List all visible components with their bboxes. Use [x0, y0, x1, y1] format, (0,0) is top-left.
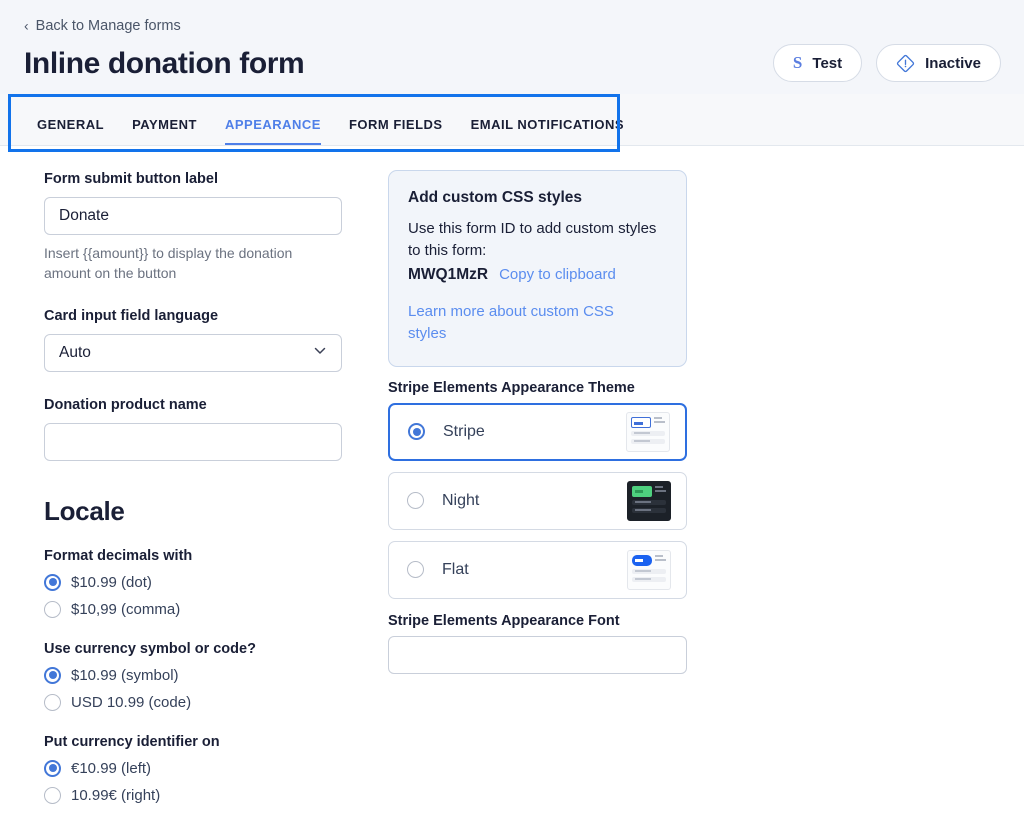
tab-bar-wrapper: GENERAL PAYMENT APPEARANCE FORM FIELDS E…	[0, 94, 1024, 146]
radio-currency-code[interactable]: USD 10.99 (code)	[44, 689, 345, 716]
status-toggle-button[interactable]: Inactive	[876, 44, 1001, 82]
form-id-value: MWQ1MzR	[408, 265, 489, 283]
test-mode-button[interactable]: S Test	[772, 44, 863, 82]
appearance-font-label: Stripe Elements Appearance Font	[388, 612, 620, 629]
theme-option-label: Stripe	[443, 422, 485, 440]
learn-more-custom-css-link[interactable]: Learn more about custom CSS styles	[408, 301, 653, 345]
tab-general[interactable]: GENERAL	[23, 118, 118, 145]
donation-product-name-label: Donation product name	[44, 397, 207, 414]
form-id-row: MWQ1MzR Copy to clipboard	[408, 264, 667, 286]
theme-option-label: Flat	[442, 560, 469, 578]
alert-diamond-icon	[896, 54, 915, 73]
back-to-manage-forms-link[interactable]: ‹ Back to Manage forms	[24, 19, 181, 34]
radio-label: €10.99 (left)	[71, 759, 152, 777]
stripe-theme-thumbnail-icon	[626, 411, 670, 452]
header-actions: S Test Inactive	[772, 44, 1001, 82]
custom-css-card-body: Use this form ID to add custom styles to…	[408, 220, 657, 259]
flat-theme-thumbnail-icon	[627, 549, 671, 590]
theme-option-night[interactable]: Night	[388, 471, 687, 530]
status-button-label: Inactive	[925, 54, 981, 72]
format-decimals-label: Format decimals with	[44, 547, 193, 564]
donation-product-name-input[interactable]	[44, 423, 342, 462]
submit-button-label-label: Form submit button label	[44, 171, 218, 187]
radio-indicator	[44, 600, 61, 618]
appearance-font-input[interactable]	[388, 635, 687, 674]
radio-indicator	[44, 573, 61, 591]
locale-section-title: Locale	[44, 496, 125, 527]
card-language-select-wrapper[interactable]	[44, 334, 342, 373]
theme-option-stripe[interactable]: Stripe	[388, 402, 687, 461]
submit-button-helper-text: Insert {{amount}} to display the donatio…	[44, 244, 293, 282]
radio-label: $10.99 (dot)	[71, 573, 152, 591]
radio-format-decimals-comma[interactable]: $10,99 (comma)	[44, 596, 345, 623]
left-settings-column: Form submit button label Insert {{amount…	[0, 170, 345, 809]
card-language-label: Card input field language	[44, 308, 219, 325]
night-theme-thumbnail-icon	[627, 480, 671, 521]
right-settings-column: Add custom CSS styles Use this form ID t…	[345, 170, 687, 809]
tab-payment[interactable]: PAYMENT	[118, 118, 211, 145]
appearance-theme-label: Stripe Elements Appearance Theme	[388, 379, 635, 396]
tab-appearance[interactable]: APPEARANCE	[211, 118, 335, 145]
test-button-label: Test	[812, 54, 843, 72]
radio-label: USD 10.99 (code)	[71, 693, 192, 711]
radio-label: $10,99 (comma)	[71, 600, 181, 618]
currency-identifier-position-label: Put currency identifier on	[44, 733, 220, 750]
custom-css-card-title: Add custom CSS styles	[408, 189, 582, 206]
tab-form-fields[interactable]: FORM FIELDS	[335, 118, 457, 145]
radio-indicator	[408, 423, 425, 441]
radio-indicator	[44, 693, 61, 711]
currency-symbol-or-code-label: Use currency symbol or code?	[44, 640, 256, 657]
radio-currency-right[interactable]: 10.99€ (right)	[44, 782, 345, 809]
copy-to-clipboard-link[interactable]: Copy to clipboard	[499, 264, 616, 286]
radio-indicator	[407, 561, 424, 579]
radio-currency-symbol[interactable]: $10.99 (symbol)	[44, 662, 345, 689]
tab-email-notifications[interactable]: EMAIL NOTIFICATIONS	[457, 118, 638, 145]
chevron-left-icon: ‹	[24, 17, 29, 34]
radio-indicator	[407, 492, 424, 510]
stripe-s-icon: S	[792, 52, 803, 72]
radio-indicator	[44, 759, 61, 777]
radio-currency-left[interactable]: €10.99 (left)	[44, 755, 345, 782]
submit-button-label-input[interactable]	[44, 196, 342, 235]
custom-css-info-card: Add custom CSS styles Use this form ID t…	[388, 170, 687, 367]
theme-option-label: Night	[442, 491, 480, 509]
tab-bar: GENERAL PAYMENT APPEARANCE FORM FIELDS E…	[0, 94, 1024, 146]
radio-indicator	[44, 666, 61, 684]
radio-label: $10.99 (symbol)	[71, 666, 179, 684]
radio-indicator	[44, 786, 61, 804]
radio-label: 10.99€ (right)	[71, 786, 161, 804]
card-language-select[interactable]	[44, 334, 342, 373]
radio-format-decimals-dot[interactable]: $10.99 (dot)	[44, 569, 345, 596]
appearance-tab-content: Form submit button label Insert {{amount…	[0, 146, 1024, 809]
theme-option-flat[interactable]: Flat	[388, 540, 687, 599]
back-link-label: Back to Manage forms	[35, 17, 181, 34]
